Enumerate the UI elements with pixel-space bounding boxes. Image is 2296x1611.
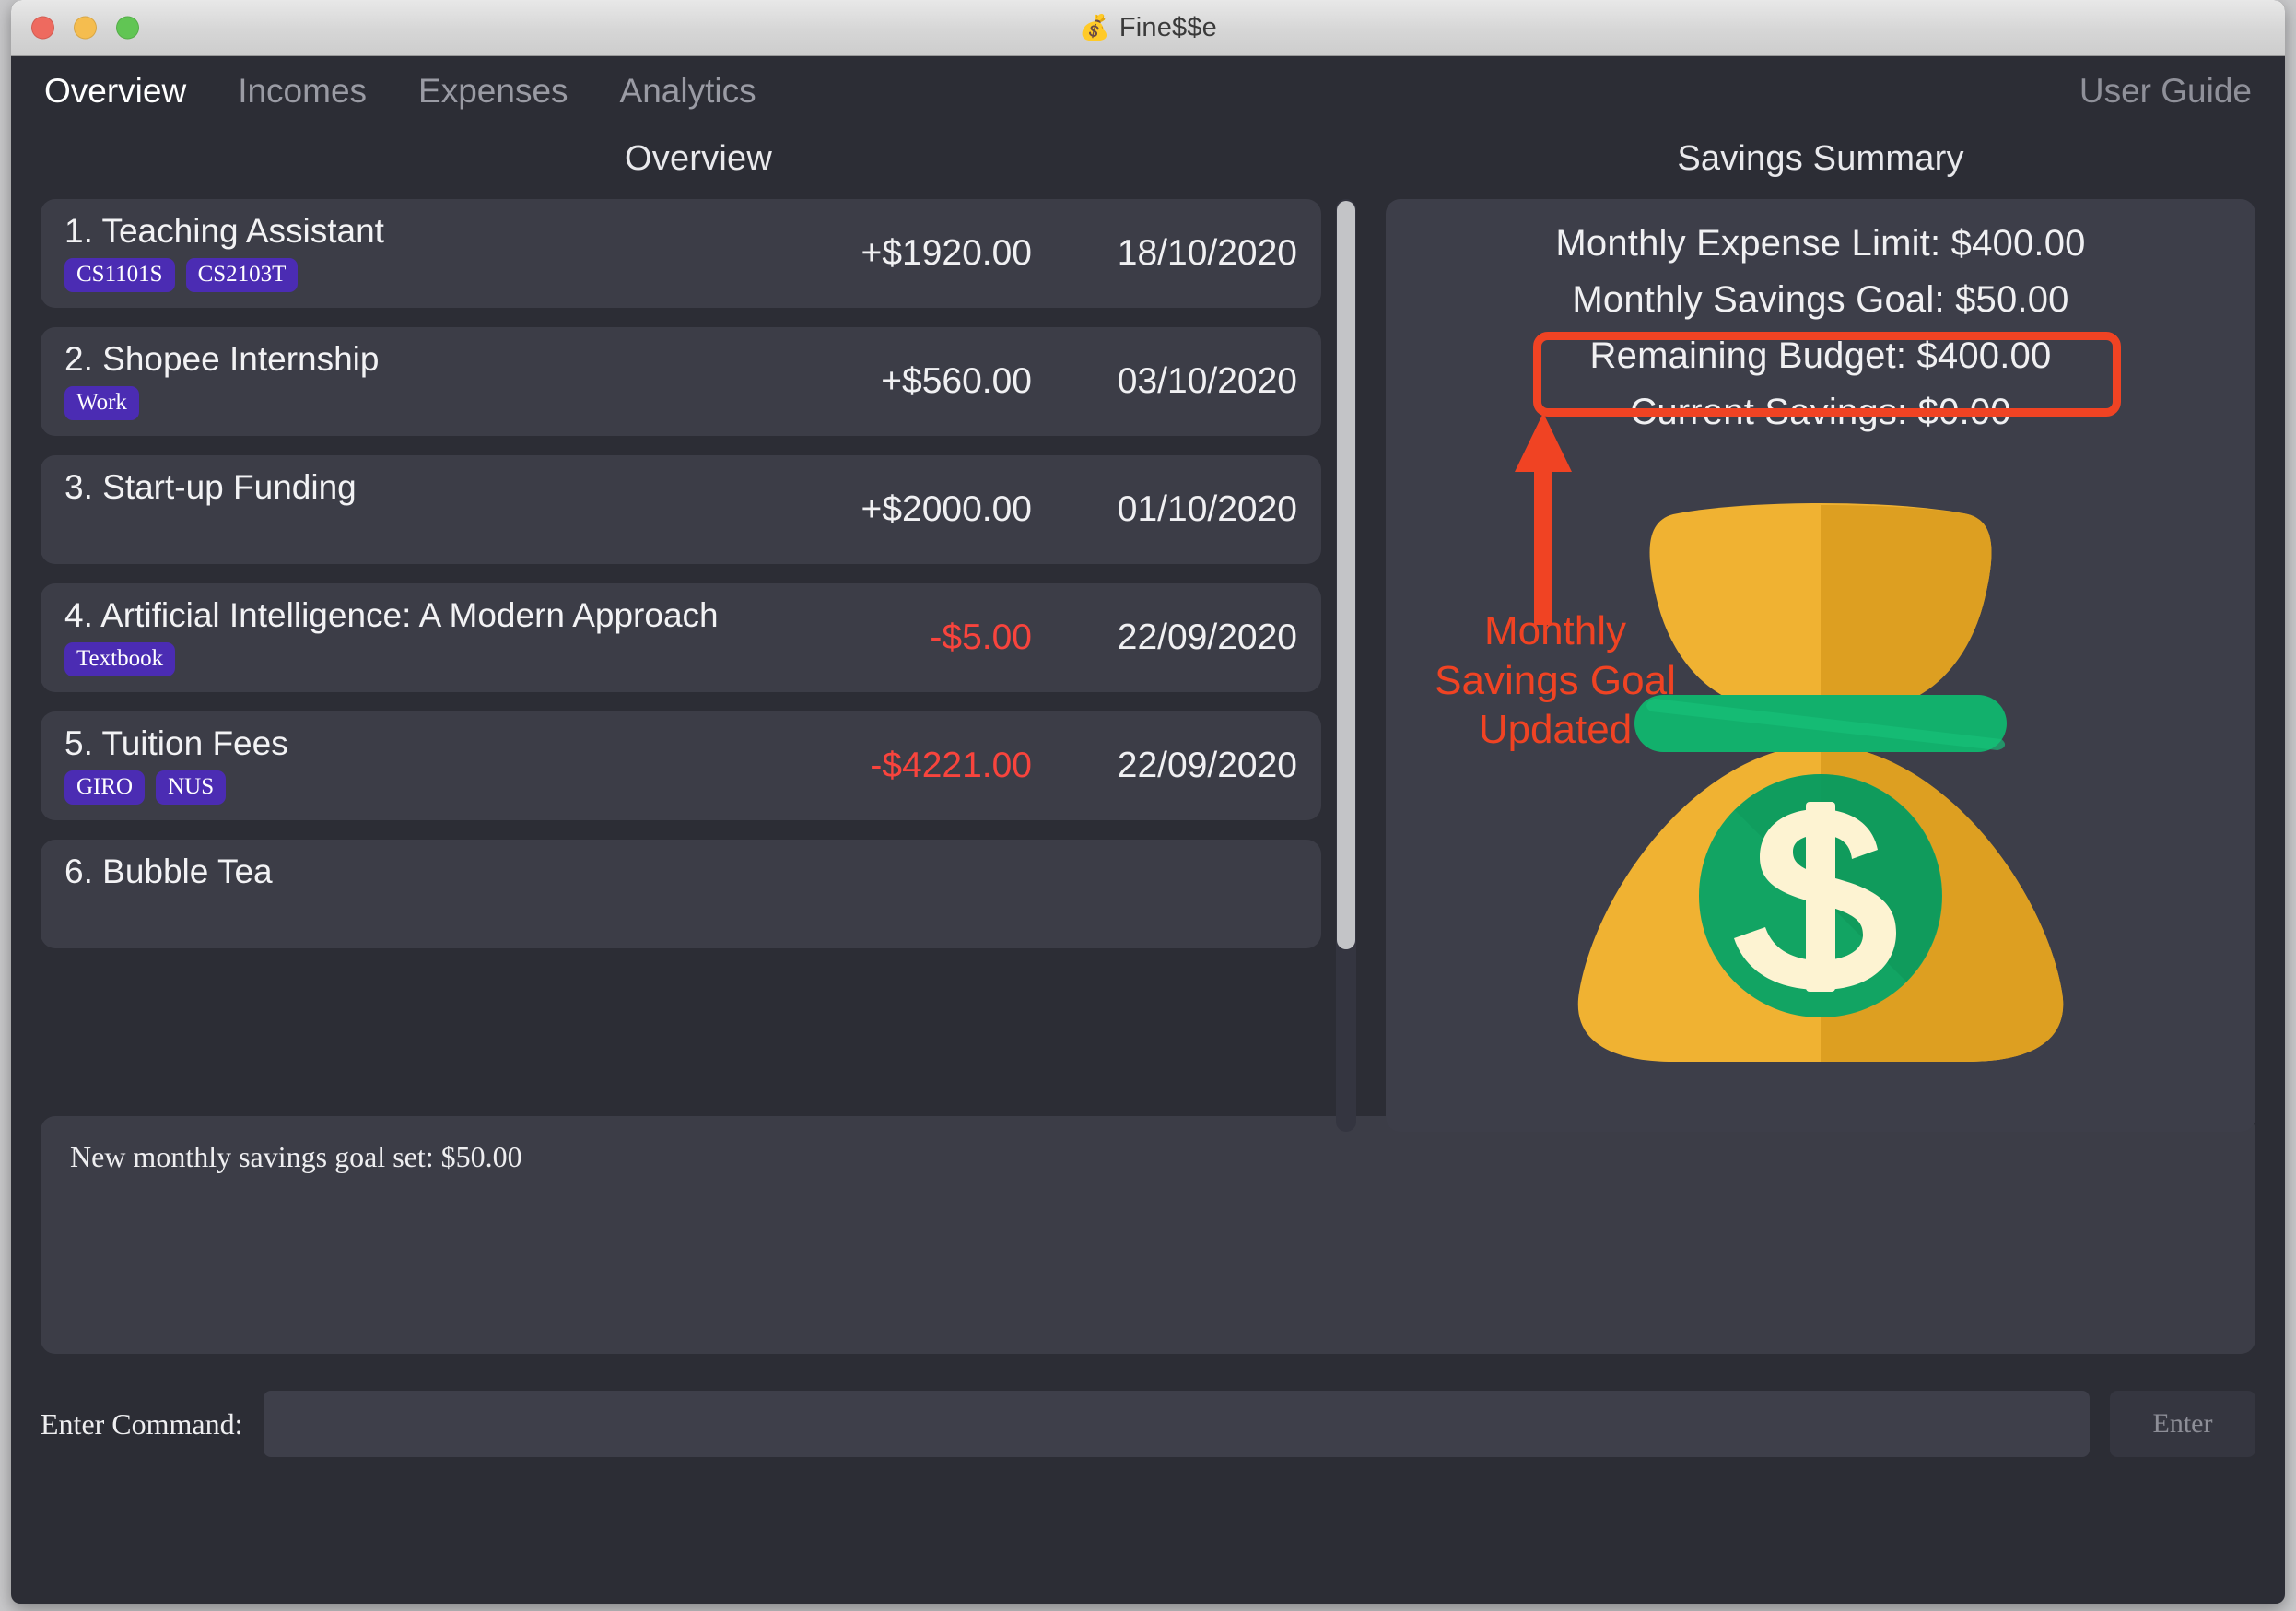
overview-column: Overview 1. Teaching Assistant CS1101S C…	[41, 126, 1356, 1132]
tag-chip: Work	[64, 386, 139, 421]
monthly-expense-limit: Monthly Expense Limit: $400.00	[1555, 223, 2086, 264]
user-guide-link[interactable]: User Guide	[2079, 72, 2252, 111]
money-bag-illustration	[1386, 498, 2255, 1069]
transaction-title: 4. Artificial Intelligence: A Modern App…	[64, 596, 894, 635]
transaction-meta: -$5.00 22/09/2020	[774, 617, 1297, 658]
tab-incomes[interactable]: Incomes	[234, 70, 370, 112]
transaction-amount: -$5.00	[930, 617, 1032, 657]
transaction-date: 03/10/2020	[1117, 361, 1297, 401]
screenshot-root: 💰 Fine$$e Overview Incomes Expenses Anal…	[0, 0, 2296, 1611]
table-row[interactable]: 1. Teaching Assistant CS1101S CS2103T +$…	[41, 199, 1321, 308]
transaction-tags	[64, 899, 1297, 902]
transaction-amount: +$2000.00	[861, 489, 1032, 529]
tag-chip: CS2103T	[185, 258, 299, 293]
table-row[interactable]: 3. Start-up Funding +$2000.00 01/10/2020	[41, 455, 1321, 564]
tag-chip: Textbook	[64, 642, 176, 677]
command-label: Enter Command:	[41, 1406, 243, 1440]
tab-overview[interactable]: Overview	[41, 70, 190, 112]
transaction-title: 3. Start-up Funding	[64, 468, 894, 507]
transaction-name: Artificial Intelligence: A Modern Approa…	[100, 596, 719, 634]
transaction-amount: -$4221.00	[870, 746, 1032, 785]
remaining-budget: Remaining Budget: $400.00	[1589, 335, 2052, 376]
list-scrollbar[interactable]	[1336, 199, 1356, 1132]
command-bar: Enter Command: Enter	[41, 1382, 2255, 1466]
transaction-name: Start-up Funding	[102, 468, 357, 506]
scrollbar-thumb[interactable]	[1337, 201, 1355, 949]
transaction-name: Bubble Tea	[102, 853, 273, 890]
command-result-text: New monthly savings goal set: $50.00	[70, 1140, 522, 1173]
transaction-index: 6.	[64, 853, 93, 890]
savings-panel-title: Savings Summary	[1677, 139, 1964, 178]
transaction-amount: +$1920.00	[861, 233, 1032, 273]
table-row[interactable]: 5. Tuition Fees GIRO NUS -$4221.00 22/09…	[41, 711, 1321, 820]
savings-column: Savings Summary Monthly Expense Limit: $…	[1386, 126, 2255, 1132]
tag-chip: CS1101S	[64, 258, 175, 293]
window-title-text: Fine$$e	[1119, 12, 1218, 42]
window-titlebar: 💰 Fine$$e	[11, 0, 2285, 56]
command-result-box: New monthly savings goal set: $50.00	[41, 1116, 2255, 1354]
app-window: 💰 Fine$$e Overview Incomes Expenses Anal…	[11, 0, 2285, 1604]
transaction-meta: +$2000.00 01/10/2020	[774, 489, 1297, 530]
transaction-meta: -$4221.00 22/09/2020	[774, 746, 1297, 786]
transaction-title: 6. Bubble Tea	[64, 853, 894, 891]
table-row[interactable]: 2. Shopee Internship Work +$560.00 03/10…	[41, 327, 1321, 436]
transaction-date: 22/09/2020	[1117, 617, 1297, 657]
transaction-meta: +$560.00 03/10/2020	[774, 361, 1297, 402]
transaction-date: 22/09/2020	[1117, 746, 1297, 785]
table-row[interactable]: 6. Bubble Tea	[41, 840, 1321, 948]
money-bag-icon: 💰	[1078, 13, 1110, 41]
transaction-index: 5.	[64, 724, 93, 762]
table-row[interactable]: 4. Artificial Intelligence: A Modern App…	[41, 583, 1321, 692]
tag-chip: GIRO	[64, 770, 146, 806]
savings-summary-card: Monthly Expense Limit: $400.00 Monthly S…	[1386, 199, 2255, 1132]
tag-chip: NUS	[156, 770, 227, 806]
app-body: Overview 1. Teaching Assistant CS1101S C…	[11, 126, 2285, 1604]
transaction-list: 1. Teaching Assistant CS1101S CS2103T +$…	[41, 199, 1330, 968]
transaction-index: 1.	[64, 212, 93, 250]
window-title: 💰 Fine$$e	[11, 0, 2285, 55]
transaction-title: 1. Teaching Assistant	[64, 212, 894, 251]
transaction-amount: +$560.00	[881, 361, 1032, 401]
transaction-title: 2. Shopee Internship	[64, 340, 894, 379]
overview-panel-title: Overview	[625, 139, 772, 178]
transaction-title: 5. Tuition Fees	[64, 724, 894, 763]
main-columns: Overview 1. Teaching Assistant CS1101S C…	[41, 126, 2255, 1132]
transaction-date: 18/10/2020	[1117, 233, 1297, 273]
current-savings: Current Savings: $0.00	[1630, 392, 2011, 432]
transaction-name: Shopee Internship	[102, 340, 380, 378]
command-input[interactable]	[263, 1391, 2090, 1457]
tab-expenses[interactable]: Expenses	[415, 70, 572, 112]
monthly-savings-goal: Monthly Savings Goal: $50.00	[1572, 279, 2069, 320]
transaction-index: 4.	[64, 596, 93, 634]
enter-button[interactable]: Enter	[2110, 1391, 2255, 1457]
transaction-name: Teaching Assistant	[101, 212, 384, 250]
transaction-date: 01/10/2020	[1117, 489, 1297, 529]
tab-analytics[interactable]: Analytics	[616, 70, 760, 112]
transaction-meta: +$1920.00 18/10/2020	[774, 233, 1297, 274]
money-bag-svg	[1577, 503, 2064, 1062]
transaction-name: Tuition Fees	[101, 724, 288, 762]
transaction-index: 3.	[64, 468, 93, 506]
tab-bar: Overview Incomes Expenses Analytics User…	[11, 56, 2285, 126]
transaction-list-viewport: 1. Teaching Assistant CS1101S CS2103T +$…	[41, 199, 1356, 1132]
transaction-index: 2.	[64, 340, 93, 378]
